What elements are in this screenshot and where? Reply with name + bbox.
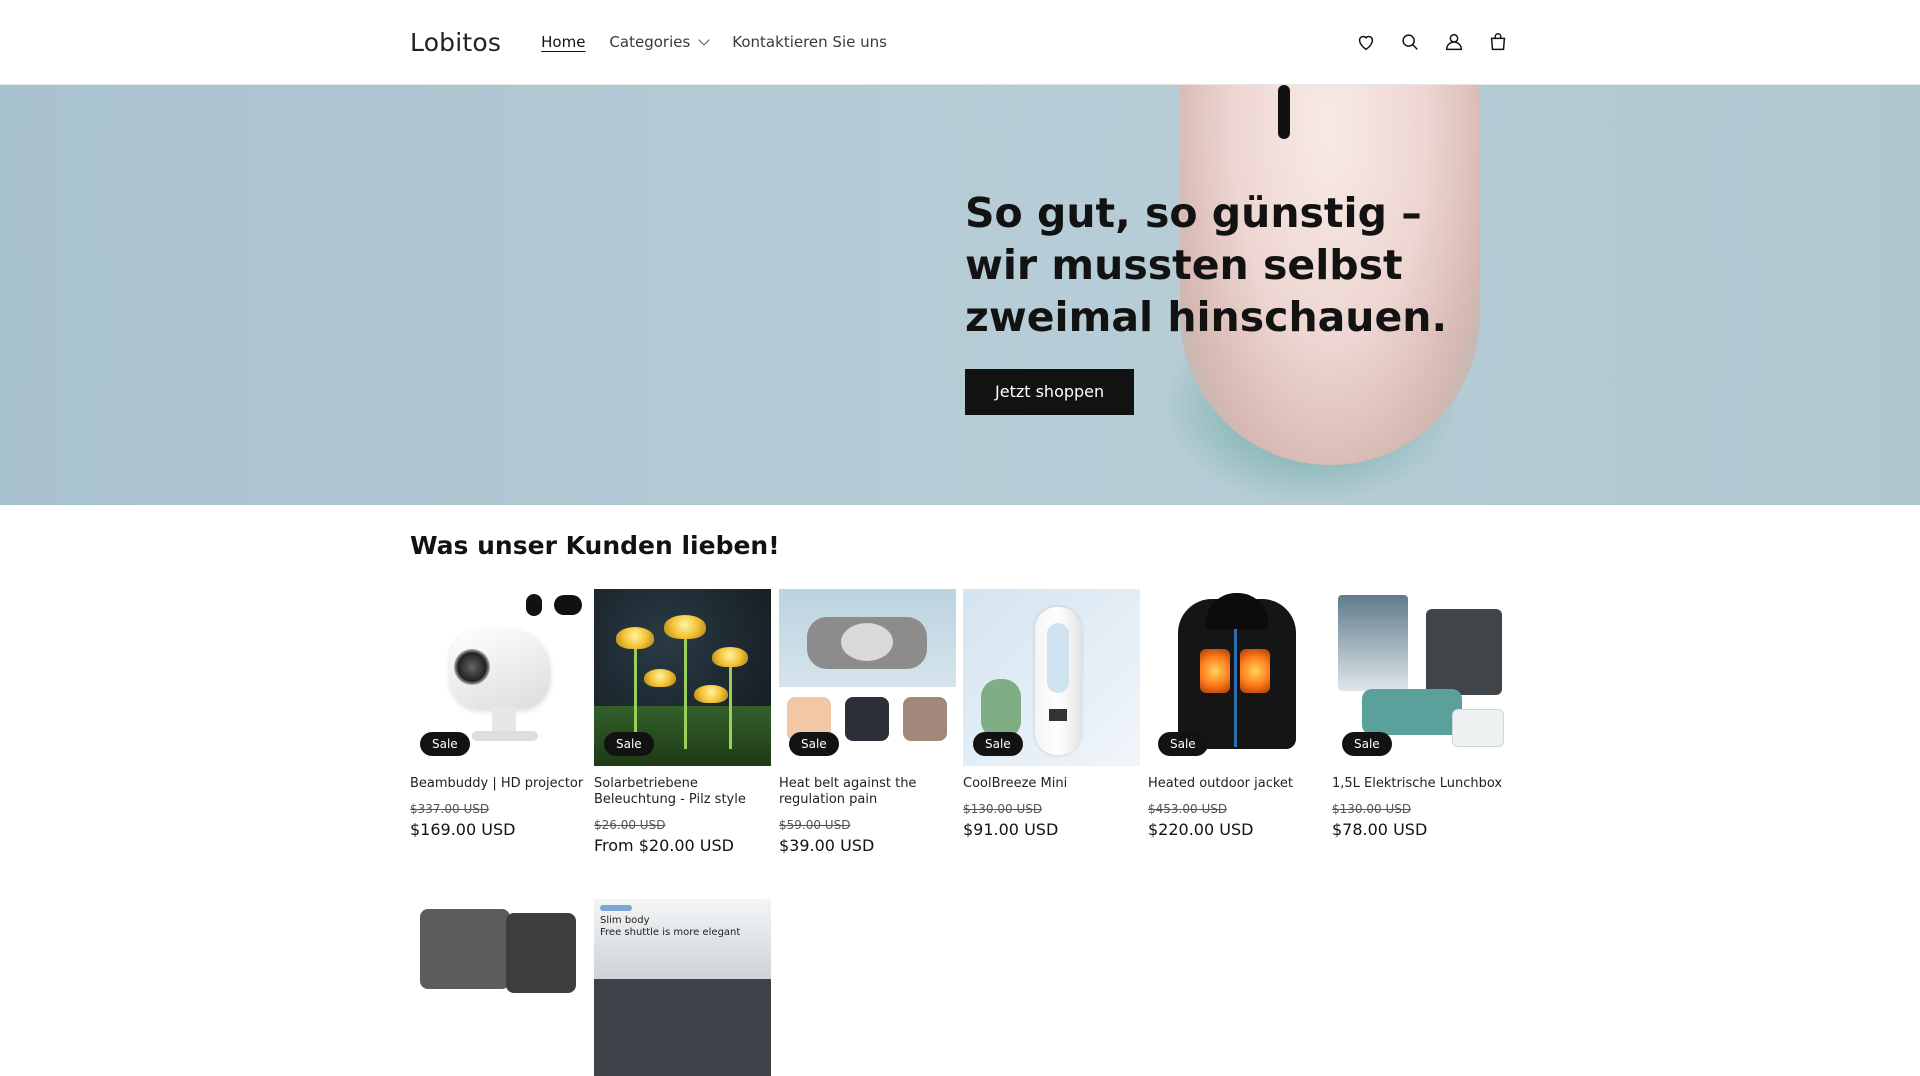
lunchbox-packaging (1338, 595, 1408, 691)
jacket-zipper (1234, 629, 1237, 747)
nav-home[interactable]: Home (541, 33, 585, 51)
banner-text: Slim body (600, 915, 650, 926)
sale-badge: Sale (604, 732, 654, 756)
product-card[interactable]: Sale Beambuddy | HD projector $337.00 US… (410, 589, 587, 839)
product-name[interactable]: Heated outdoor jacket (1148, 776, 1325, 792)
sale-badge: Sale (1342, 732, 1392, 756)
site-header: Lobitos Home Categories Kontaktieren Sie… (0, 0, 1920, 85)
product-image[interactable]: Sale (963, 589, 1140, 766)
product-old-price: $130.00 USD (1332, 802, 1412, 816)
heart-icon[interactable] (1354, 30, 1378, 54)
product-old-price: $26.00 USD (594, 818, 666, 832)
product-image[interactable]: Sale (1148, 589, 1325, 766)
mushroom-light (694, 685, 728, 703)
product-card[interactable]: Sale Solarbetriebene Beleuchtung - Pilz … (594, 589, 771, 855)
product-name[interactable]: Beambuddy | HD projector (410, 776, 587, 792)
mushroom-light (644, 669, 676, 687)
featured-section: Was unser Kunden lieben! Sale Beambuddy … (410, 505, 1510, 1076)
hero-title: So gut, so günstig – wir mussten selbst … (965, 189, 1448, 341)
hero-banner: So gut, so günstig – wir mussten selbst … (0, 85, 1920, 505)
cart-icon[interactable] (1486, 30, 1510, 54)
account-icon[interactable] (1442, 30, 1466, 54)
packing-bag (506, 913, 576, 993)
section-title: Was unser Kunden lieben! (410, 531, 780, 560)
chevron-down-icon (698, 34, 710, 46)
mushroom-light (712, 647, 748, 667)
hero-content: So gut, so günstig – wir mussten selbst … (965, 187, 1485, 415)
belt-variant (903, 697, 947, 741)
plant-decor (981, 679, 1021, 739)
product-name[interactable]: Heat belt against the regulation pain (779, 776, 956, 808)
product-price: From $20.00 USD (594, 836, 734, 855)
search-icon[interactable] (1398, 30, 1422, 54)
bluetooth-icon (526, 594, 542, 616)
product-card[interactable]: Sale Heated outdoor jacket $453.00 USD $… (1148, 589, 1325, 839)
sale-badge: Sale (420, 732, 470, 756)
main-nav: Home Categories Kontaktieren Sie uns (541, 33, 887, 51)
product-price: $220.00 USD (1148, 820, 1254, 839)
product-price: $39.00 USD (779, 836, 875, 855)
mushroom-light (616, 627, 654, 649)
fan-display (1049, 709, 1067, 721)
store-logo[interactable]: Lobitos (410, 28, 501, 57)
packing-cube (420, 909, 510, 989)
nav-categories[interactable]: Categories (609, 33, 710, 51)
nav-categories-label: Categories (609, 33, 691, 51)
heating-pad (1240, 649, 1270, 693)
product-price: $78.00 USD (1332, 820, 1428, 839)
banner-tag (600, 905, 632, 911)
header-icons (1354, 30, 1510, 54)
product-image[interactable]: Slim body Free shuttle is more elegant (594, 899, 771, 1076)
product-old-price: $130.00 USD (963, 802, 1043, 816)
product-image[interactable]: Sale (1332, 589, 1509, 766)
product-image[interactable]: Sale (779, 589, 956, 766)
product-card[interactable]: Sale CoolBreeze Mini $130.00 USD $91.00 … (963, 589, 1140, 839)
mushroom-stem (684, 629, 687, 749)
product-banner (594, 899, 771, 979)
fan-opening (1047, 623, 1069, 693)
piggy-bank-slot (1278, 85, 1290, 139)
product-card[interactable]: Sale Heat belt against the regulation pa… (779, 589, 956, 855)
product-price: $91.00 USD (963, 820, 1059, 839)
food-container (1452, 709, 1504, 747)
product-price: $169.00 USD (410, 820, 516, 839)
product-old-price: $453.00 USD (1148, 802, 1228, 816)
belt-variant (845, 697, 889, 741)
lunchbox-bag (1426, 609, 1502, 695)
product-old-price: $337.00 USD (410, 802, 490, 816)
sale-badge: Sale (973, 732, 1023, 756)
mushroom-light (664, 615, 706, 639)
projector-lens (454, 649, 490, 685)
product-image[interactable] (410, 899, 587, 1076)
product-name[interactable]: CoolBreeze Mini (963, 776, 1140, 792)
sale-badge: Sale (1158, 732, 1208, 756)
banner-text: Free shuttle is more elegant (600, 927, 741, 938)
product-image[interactable]: Sale (594, 589, 771, 766)
nav-contact[interactable]: Kontaktieren Sie uns (732, 33, 887, 51)
product-name[interactable]: 1,5L Elektrische Lunchbox (1332, 776, 1509, 792)
product-card[interactable]: Sale 1,5L Elektrische Lunchbox $130.00 U… (1332, 589, 1509, 839)
product-old-price: $59.00 USD (779, 818, 851, 832)
shop-now-button[interactable]: Jetzt shoppen (965, 369, 1135, 415)
heat-belt-face (841, 623, 893, 661)
wifi-icon (554, 595, 582, 615)
mushroom-stem (729, 659, 732, 749)
heating-pad (1200, 649, 1230, 693)
product-image[interactable]: Sale (410, 589, 587, 766)
sale-badge: Sale (789, 732, 839, 756)
product-card[interactable]: Slim body Free shuttle is more elegant (594, 899, 771, 1076)
projector-base (472, 731, 538, 741)
product-name[interactable]: Solarbetriebene Beleuchtung - Pilz style (594, 776, 771, 808)
lunchbox (1362, 689, 1462, 735)
header-inner: Lobitos Home Categories Kontaktieren Sie… (410, 0, 1510, 84)
product-card[interactable] (410, 899, 587, 1076)
